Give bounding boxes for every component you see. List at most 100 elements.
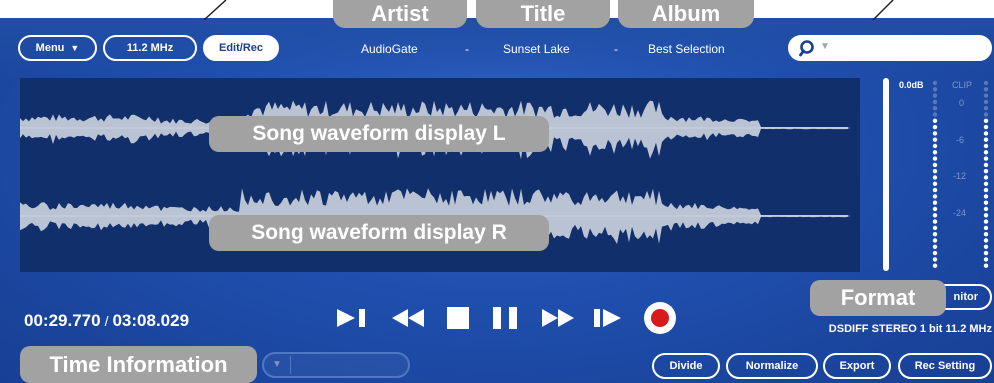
meter-scale-label: -12 <box>953 171 967 181</box>
meter-dot <box>932 257 938 262</box>
meter-dot <box>932 181 938 186</box>
annotation-waveform-r: Song waveform display R <box>209 215 549 251</box>
chevron-down-icon[interactable]: ▼ <box>272 359 282 370</box>
meter-dot <box>983 175 989 180</box>
search-input[interactable]: ▼ <box>788 35 992 61</box>
meter-dot <box>983 80 989 86</box>
meter-dot <box>932 162 938 168</box>
menu-label: Menu <box>35 42 65 54</box>
album-text: Best Selection <box>648 42 725 56</box>
meter-dot <box>983 156 989 161</box>
total-time: 03:08.029 <box>112 311 190 330</box>
meter-dot <box>983 118 989 123</box>
meter-dot <box>932 232 938 237</box>
rewind-icon[interactable] <box>388 300 428 336</box>
edit-rec-button[interactable]: Edit/Rec <box>203 35 279 61</box>
meter-dot <box>983 150 989 155</box>
menu-button[interactable]: Menu ▼ <box>18 35 97 61</box>
meter-dot <box>983 137 989 142</box>
meter-dot <box>983 219 989 224</box>
chevron-down-icon: ▼ <box>70 43 80 53</box>
time-separator: / <box>104 313 109 329</box>
pause-icon[interactable] <box>489 300 523 336</box>
meter-dot <box>983 257 989 262</box>
format-info: DSDIFF STEREO 1 bit 11.2 MHz <box>828 323 992 335</box>
meter-dot <box>932 200 938 205</box>
meter-dot <box>983 206 989 212</box>
meter-dot <box>932 80 938 86</box>
meter-dot <box>983 263 989 268</box>
meter-dot <box>932 187 938 193</box>
meter-dot <box>932 175 938 180</box>
meter-dot <box>983 244 989 249</box>
meter-dot <box>932 137 938 142</box>
meter-dot <box>932 118 938 123</box>
meter-dot <box>932 250 938 256</box>
annotation-format: Format <box>810 280 946 316</box>
meter-dot <box>932 143 938 149</box>
meter-dot <box>932 244 938 249</box>
stop-icon[interactable] <box>444 300 474 336</box>
artist-text: AudioGate <box>361 42 418 56</box>
meter-dot <box>932 206 938 212</box>
export-button[interactable]: Export <box>823 353 891 379</box>
meter-dot <box>983 181 989 186</box>
meter-dot <box>932 106 938 111</box>
meter-dot <box>983 213 989 218</box>
meter-dot <box>932 150 938 155</box>
chevron-down-icon[interactable]: ▼ <box>820 41 830 52</box>
meter-scale-label: 0 <box>959 98 965 108</box>
meter-dot <box>983 124 989 130</box>
meter-dot <box>932 219 938 224</box>
meter-dot <box>983 162 989 168</box>
level-meter-bar <box>883 78 889 271</box>
meter-dot <box>983 225 989 231</box>
time-display: 00:29.770/03:08.029 <box>24 311 189 331</box>
meter-dot <box>983 200 989 205</box>
annotation-album: Album <box>618 0 754 28</box>
meter-dot <box>932 131 938 136</box>
meter-dot <box>983 112 989 117</box>
meter-dot <box>932 124 938 130</box>
separator: - <box>465 42 469 56</box>
meter-dot <box>932 156 938 161</box>
meter-dot <box>983 194 989 199</box>
meter-dot <box>983 238 989 243</box>
search-icon <box>799 40 814 57</box>
meter-dot <box>932 213 938 218</box>
meter-dot <box>983 232 989 237</box>
peak-level-label: 0.0dB <box>899 80 924 90</box>
audio-player-window: Menu ▼ 11.2 MHz Edit/Rec AudioGate - Sun… <box>0 18 994 383</box>
separator: - <box>614 42 618 56</box>
annotation-waveform-l: Song waveform display L <box>209 116 549 152</box>
meter-dot <box>932 194 938 199</box>
meter-dot <box>983 143 989 149</box>
annotation-title: Title <box>476 0 610 28</box>
divide-button[interactable]: Divide <box>652 353 720 379</box>
meter-dot <box>932 112 938 117</box>
level-meter-dots-l <box>932 80 938 268</box>
meter-dot <box>932 169 938 174</box>
meter-dot <box>932 93 938 98</box>
play-to-end-icon[interactable] <box>335 300 371 336</box>
normalize-button[interactable]: Normalize <box>726 353 818 379</box>
fast-forward-icon[interactable] <box>538 300 578 336</box>
meter-scale-label: -6 <box>956 135 965 145</box>
meter-dot <box>983 99 989 105</box>
sample-rate-button[interactable]: 11.2 MHz <box>103 35 197 61</box>
meter-dot <box>983 187 989 193</box>
meter-dot <box>932 99 938 105</box>
rec-setting-button[interactable]: Rec Setting <box>898 353 992 379</box>
current-time: 00:29.770 <box>24 311 101 330</box>
title-text: Sunset Lake <box>503 42 570 56</box>
meter-dot <box>983 131 989 136</box>
marker-select[interactable]: ▼ <box>262 352 410 378</box>
record-icon[interactable] <box>641 300 679 336</box>
divider <box>290 356 291 374</box>
step-play-icon[interactable] <box>591 300 627 336</box>
clip-label: CLIP <box>952 80 973 90</box>
annotation-artist: Artist <box>333 0 467 28</box>
meter-dot <box>983 169 989 174</box>
meter-dot <box>932 225 938 231</box>
meter-dot <box>983 106 989 111</box>
